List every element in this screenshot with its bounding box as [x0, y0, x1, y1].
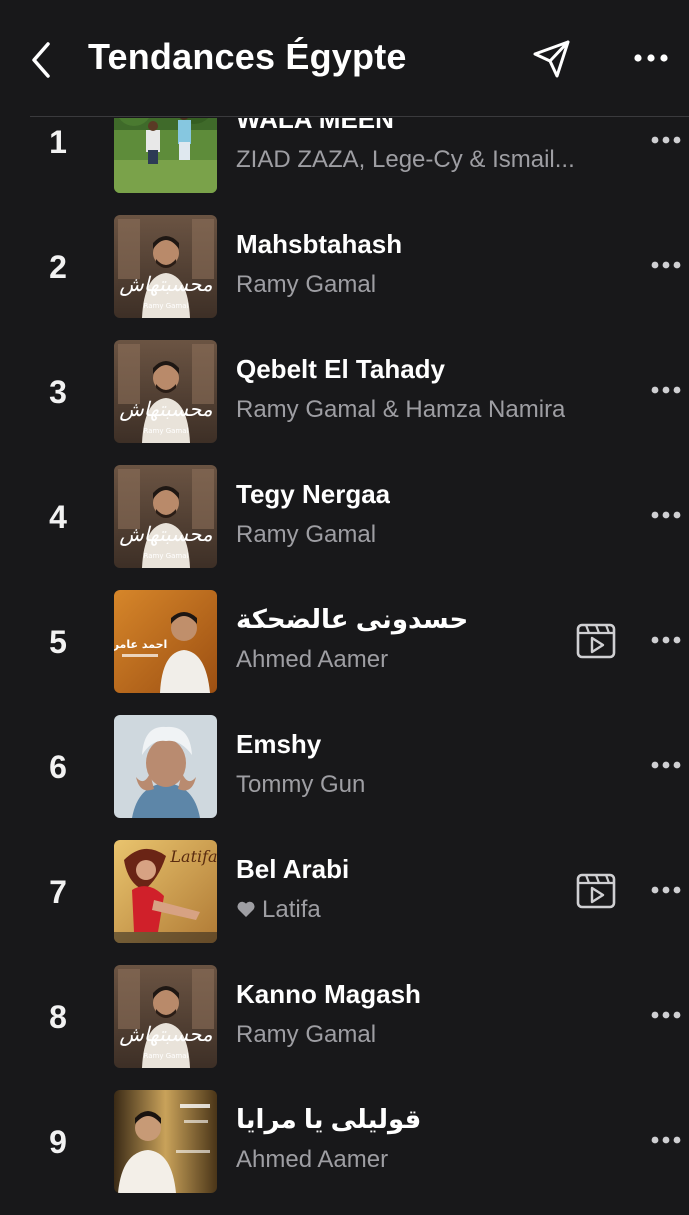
more-options-icon[interactable] [646, 126, 686, 154]
album-cover: محسبتهاش Ramy Gamal [114, 340, 217, 443]
track-row[interactable]: 5 احمد عامر حسدونى عالضحكة Ahmed Aamer [0, 590, 689, 715]
album-cover: محسبتهاش Ramy Gamal [114, 215, 217, 318]
track-artist-wrap: Ramy Gamal & Hamza Namira [236, 396, 565, 424]
page-title: Tendances Égypte [88, 36, 407, 77]
track-artist: Latifa [262, 896, 321, 923]
track-artist-wrap: Latifa [236, 896, 321, 924]
top-bar: Tendances Égypte [0, 0, 689, 118]
track-title: Emshy [236, 729, 322, 759]
track-title: قوليلى يا مرايا [236, 1104, 422, 1134]
track-row[interactable]: 2 محسبتهاش Ramy Gamal Mahsbtahash Ramy G… [0, 215, 689, 340]
track-title: Mahsbtahash [236, 229, 403, 259]
more-options-icon[interactable] [646, 501, 686, 529]
track-rank: 3 [49, 374, 67, 410]
album-cover: محسبتهاش Ramy Gamal [114, 465, 217, 568]
track-artist: Tommy Gun [236, 771, 366, 798]
track-rank: 9 [49, 1124, 67, 1160]
more-options-icon[interactable] [646, 376, 686, 404]
svg-text:محسبتهاش: محسبتهاش [119, 397, 213, 421]
svg-text:Ramy Gamal: Ramy Gamal [144, 552, 189, 560]
album-cover [114, 1090, 217, 1193]
more-options-icon[interactable] [646, 626, 686, 654]
track-artist-wrap: Ahmed Aamer [236, 646, 388, 674]
music-video-icon[interactable] [576, 622, 616, 660]
track-title: Tegy Nergaa [236, 479, 391, 509]
track-list: 1 WALA MEEN ZIAD ZAZA, Lege-Cy & Ismail.… [0, 0, 689, 1200]
track-artist-wrap: Tommy Gun [236, 771, 365, 799]
track-artist-wrap: ZIAD ZAZA, Lege-Cy & Ismail... [236, 146, 575, 174]
more-options-icon[interactable] [626, 40, 676, 76]
svg-text:Ramy Gamal: Ramy Gamal [144, 302, 189, 310]
track-artist: Ahmed Aamer [236, 1146, 389, 1173]
track-title: Kanno Magash [236, 979, 421, 1009]
svg-text:محسبتهاش: محسبتهاش [119, 522, 213, 546]
track-rank: 2 [49, 249, 67, 285]
album-cover: محسبتهاش Ramy Gamal [114, 965, 217, 1068]
svg-text:Ramy Gamal: Ramy Gamal [144, 1052, 189, 1060]
track-title: Qebelt El Tahady [236, 354, 446, 384]
album-cover: احمد عامر [114, 590, 217, 693]
svg-text:احمد عامر: احمد عامر [114, 638, 167, 651]
svg-text:Latifa: Latifa [169, 847, 217, 866]
track-artist: Ramy Gamal [236, 1021, 377, 1048]
track-row[interactable]: 9 قوليلى يا مرايا Ahmed Aamer [0, 1090, 689, 1215]
track-artist: Ramy Gamal [236, 521, 377, 548]
header-divider [30, 116, 689, 117]
heart-icon [236, 897, 256, 917]
track-artist: Ramy Gamal [236, 271, 377, 298]
track-rank: 4 [49, 499, 67, 535]
track-rank: 8 [49, 999, 67, 1035]
more-options-icon[interactable] [646, 251, 686, 279]
track-row[interactable]: 6 Emshy Tommy Gun [0, 715, 689, 840]
track-artist-wrap: Ramy Gamal [236, 1021, 376, 1049]
more-options-icon[interactable] [646, 751, 686, 779]
back-chevron-icon[interactable] [24, 36, 60, 84]
track-rank: 7 [49, 874, 67, 910]
album-cover: Latifa [114, 840, 217, 943]
track-artist-wrap: Ahmed Aamer [236, 1146, 388, 1174]
track-row[interactable]: 4 محسبتهاش Ramy Gamal Tegy Nergaa Ramy G… [0, 465, 689, 590]
album-cover [114, 715, 217, 818]
music-video-icon[interactable] [576, 872, 616, 910]
track-row[interactable]: 3 محسبتهاش Ramy Gamal Qebelt El Tahady R… [0, 340, 689, 465]
track-artist-wrap: Ramy Gamal [236, 521, 376, 549]
track-row[interactable]: 8 محسبتهاش Ramy Gamal Kanno Magash Ramy … [0, 965, 689, 1090]
track-artist: Ahmed Aamer [236, 646, 389, 673]
more-options-icon[interactable] [646, 1001, 686, 1029]
track-title: حسدونى عالضحكة [236, 604, 469, 634]
track-artist: ZIAD ZAZA, Lege-Cy & Ismail... [236, 146, 575, 173]
track-row[interactable]: 7 Latifa Bel Arabi Latifa [0, 840, 689, 965]
svg-text:محسبتهاش: محسبتهاش [119, 272, 213, 296]
share-paper-plane-icon[interactable] [528, 36, 574, 82]
track-artist-wrap: Ramy Gamal [236, 271, 376, 299]
track-rank: 6 [49, 749, 67, 785]
more-options-icon[interactable] [646, 1126, 686, 1154]
svg-text:محسبتهاش: محسبتهاش [119, 1022, 213, 1046]
track-rank: 5 [49, 624, 67, 660]
track-title: Bel Arabi [236, 854, 350, 884]
more-options-icon[interactable] [646, 876, 686, 904]
track-artist: Ramy Gamal & Hamza Namira [236, 396, 566, 423]
svg-text:Ramy Gamal: Ramy Gamal [144, 427, 189, 435]
